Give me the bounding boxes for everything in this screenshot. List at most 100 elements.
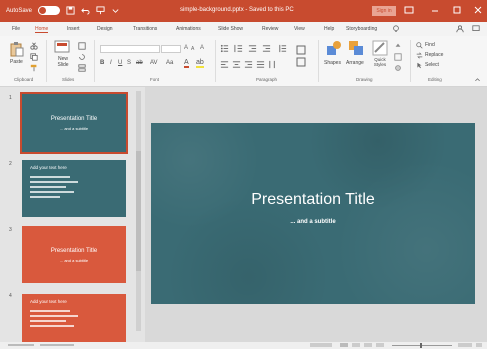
group-editing-label: Editing	[428, 77, 442, 82]
thumbnail-bullet-line	[30, 310, 70, 312]
grow-font-icon[interactable]: A	[184, 45, 188, 51]
text-direction-icon[interactable]	[296, 44, 306, 68]
tab-slide-show[interactable]: Slide Show	[218, 26, 243, 32]
slide-title-placeholder[interactable]: Presentation Title	[151, 191, 475, 209]
arrange-button[interactable]: Arrange	[346, 60, 364, 66]
ribbon-display-icon[interactable]	[404, 5, 414, 15]
font-name-dropdown[interactable]	[100, 45, 160, 53]
tab-storyboarding[interactable]: Storyboarding	[346, 26, 377, 32]
shrink-font-icon[interactable]: A	[191, 46, 194, 52]
bullets-icon[interactable]	[220, 44, 229, 53]
current-slide[interactable]: Presentation Title ... and a subtitle	[151, 123, 475, 304]
section-icon[interactable]	[78, 64, 86, 72]
strikethrough-icon[interactable]: ab	[136, 60, 143, 66]
zoom-level[interactable]	[458, 343, 472, 347]
tab-help[interactable]: Help	[324, 26, 334, 32]
highlight-icon[interactable]: ab	[196, 59, 204, 68]
increase-indent-icon[interactable]	[262, 44, 271, 53]
slideshow-icon[interactable]	[376, 343, 384, 347]
tab-design[interactable]: Design	[97, 26, 113, 32]
title-bar: AutoSave simple-background.pptx - Saved …	[0, 0, 487, 22]
reading-view-icon[interactable]	[364, 343, 372, 347]
format-painter-icon[interactable]	[30, 64, 38, 72]
spacing-icon[interactable]: AV	[150, 60, 158, 66]
normal-view-icon[interactable]	[340, 343, 348, 347]
tab-transitions[interactable]: Transitions	[133, 26, 157, 32]
decrease-indent-icon[interactable]	[248, 44, 257, 53]
quick-styles-button[interactable]: Quick Styles	[371, 57, 389, 67]
paste-icon[interactable]	[10, 41, 24, 57]
minimize-icon[interactable]	[430, 5, 440, 15]
tab-review[interactable]: Review	[262, 26, 278, 32]
thumbnail-bullet-line	[30, 320, 66, 322]
bold-icon[interactable]: B	[100, 60, 104, 66]
sign-in-button[interactable]: Sign in	[372, 6, 396, 16]
slide-thumbnail-2[interactable]: Add your text here	[22, 160, 126, 217]
layout-icon[interactable]	[78, 42, 86, 50]
select-icon[interactable]	[416, 62, 423, 69]
zoom-slider[interactable]	[392, 345, 452, 346]
new-slide-button[interactable]: New Slide	[52, 56, 74, 68]
shapes-icon[interactable]	[326, 40, 342, 56]
font-color-icon[interactable]: A	[184, 59, 189, 68]
slide-sorter-icon[interactable]	[352, 343, 360, 347]
justify-icon[interactable]	[256, 60, 265, 69]
autosave-toggle[interactable]	[38, 6, 61, 15]
tab-insert[interactable]: Insert	[67, 26, 80, 32]
close-icon[interactable]	[473, 5, 483, 15]
shapes-button[interactable]: Shapes	[324, 60, 341, 66]
shape-fill-icon[interactable]	[394, 42, 402, 50]
document-title: simple-background.pptx - Saved to this P…	[180, 7, 294, 13]
change-case-icon[interactable]: Aa	[166, 60, 173, 66]
select-button[interactable]: Select	[425, 62, 439, 68]
replace-icon[interactable]	[416, 52, 423, 59]
font-size-dropdown[interactable]	[161, 45, 181, 53]
find-button[interactable]: Find	[425, 42, 435, 48]
numbering-icon[interactable]	[234, 44, 243, 53]
tab-home[interactable]: Home	[35, 26, 49, 33]
share-icon[interactable]	[456, 25, 464, 33]
save-icon[interactable]	[66, 6, 75, 15]
scrollbar-thumb[interactable]	[136, 151, 141, 271]
maximize-icon[interactable]	[452, 5, 462, 15]
presenter-icon[interactable]	[96, 6, 105, 15]
slide-thumbnail-1[interactable]: Presentation Title ... and a subtitle	[20, 92, 128, 154]
replace-button[interactable]: Replace	[425, 52, 443, 58]
shape-outline-icon[interactable]	[394, 53, 402, 61]
reset-icon[interactable]	[78, 53, 86, 61]
collapse-ribbon-icon[interactable]	[474, 76, 481, 83]
tab-file[interactable]: File	[12, 26, 20, 32]
tab-view[interactable]: View	[294, 26, 305, 32]
underline-icon[interactable]: U	[118, 60, 122, 66]
thumbnails-scrollbar[interactable]	[136, 91, 141, 331]
clear-format-icon[interactable]: A	[200, 45, 204, 51]
slide-thumbnail-3[interactable]: Presentation Title ... and a subtitle	[22, 226, 126, 283]
cut-icon[interactable]	[30, 42, 38, 50]
arrange-icon[interactable]	[348, 40, 364, 56]
undo-icon[interactable]	[81, 6, 90, 15]
align-left-icon[interactable]	[220, 60, 229, 69]
paste-button[interactable]: Paste	[10, 59, 23, 65]
align-center-icon[interactable]	[232, 60, 241, 69]
find-icon[interactable]	[416, 42, 423, 49]
zoom-slider-handle[interactable]	[420, 343, 422, 348]
new-slide-icon[interactable]	[54, 40, 70, 54]
notes-button[interactable]	[310, 343, 332, 347]
shape-effects-icon[interactable]	[394, 64, 402, 72]
slide-thumbnail-4[interactable]: Add your text here	[22, 294, 126, 342]
quick-styles-icon[interactable]	[372, 40, 388, 56]
powerpoint-window: AutoSave simple-background.pptx - Saved …	[0, 0, 487, 349]
italic-icon[interactable]: I	[110, 60, 112, 66]
align-right-icon[interactable]	[244, 60, 253, 69]
columns-icon[interactable]	[268, 60, 277, 69]
shadow-icon[interactable]: S	[127, 60, 131, 66]
customize-toolbar-icon[interactable]	[111, 6, 120, 15]
line-spacing-icon[interactable]	[278, 44, 287, 53]
tab-animations[interactable]: Animations	[176, 26, 201, 32]
slide-subtitle-placeholder[interactable]: ... and a subtitle	[151, 219, 475, 225]
ribbon-tabs: File Home Insert Design Transitions Anim…	[0, 22, 487, 36]
ribbon-separator	[215, 40, 216, 82]
comments-icon[interactable]	[472, 25, 480, 33]
copy-icon[interactable]	[30, 53, 38, 61]
fit-slide-icon[interactable]	[476, 343, 482, 347]
